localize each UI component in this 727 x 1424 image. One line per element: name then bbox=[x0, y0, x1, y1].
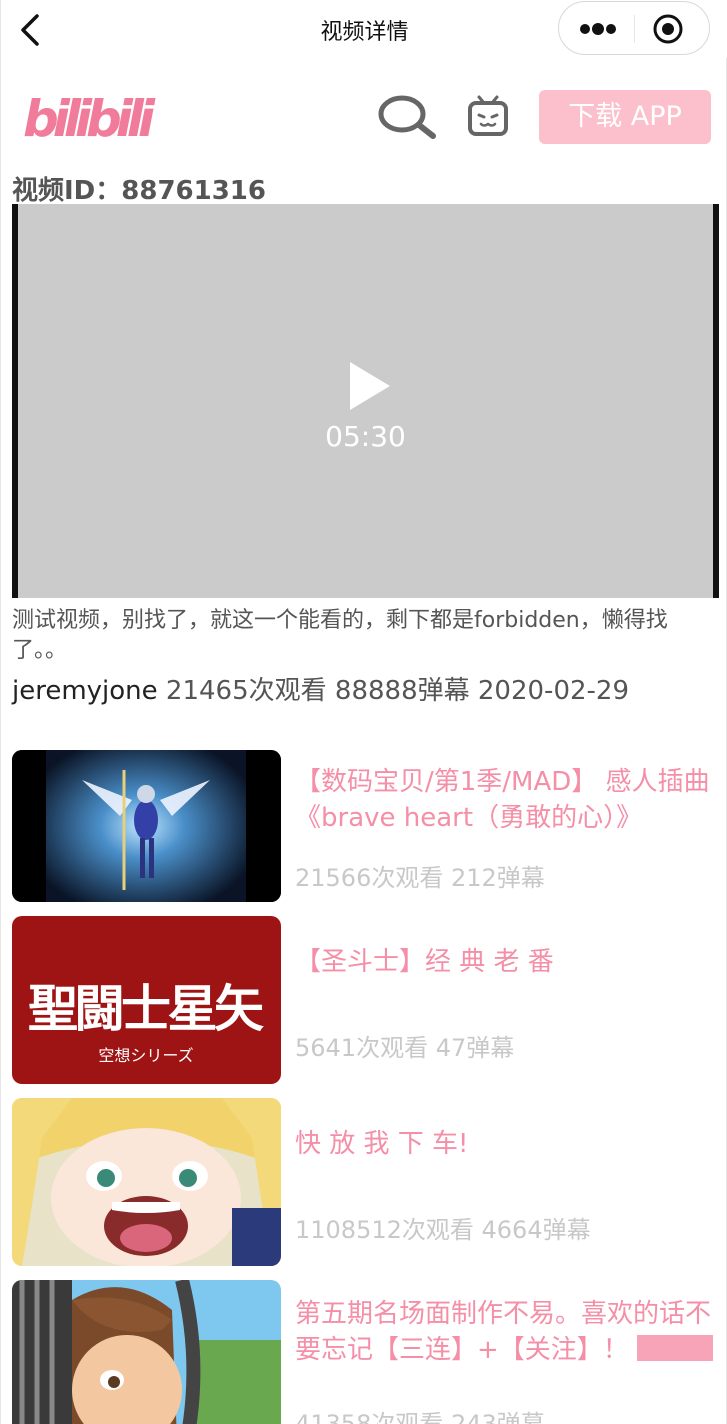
tv-icon[interactable] bbox=[466, 94, 510, 138]
recommendation-title: 【圣斗士】经 典 老 番 bbox=[295, 947, 554, 977]
video-duration: 05:30 bbox=[325, 420, 406, 453]
recommendation-item[interactable]: 快 放 我 下 车! 1108512次观看 4664弹幕 bbox=[12, 1098, 717, 1266]
danmaku-count: 88888弹幕 bbox=[334, 676, 470, 706]
svg-text:空想シリーズ: 空想シリーズ bbox=[98, 1046, 193, 1065]
video-thumbnail bbox=[12, 1098, 281, 1266]
recommendation-title: 快 放 我 下 车! bbox=[295, 1129, 469, 1159]
recommendation-item[interactable]: 【数码宝贝/第1季/MAD】 感人插曲《brave heart（勇敢的心）》 2… bbox=[12, 750, 717, 902]
navigation-bar: 视频详情 bbox=[1, 0, 727, 58]
recommendation-stats: 21566次观看 212弹幕 bbox=[295, 864, 545, 892]
recommendation-title: 第五期名场面制作不易。喜欢的话不要忘记【三连】+【关注】！ bbox=[295, 1296, 717, 1368]
recommendation-stats: 41358次观看 243弹幕 bbox=[295, 1410, 545, 1424]
video-id: 视频ID：88761316 bbox=[12, 176, 266, 206]
capsule-divider bbox=[634, 15, 635, 43]
redacted-block bbox=[636, 1335, 713, 1361]
page: 视频详情 bilibili 下载 APP 视频ID：88761316 05:30… bbox=[0, 0, 727, 1424]
video-thumbnail: 聖闘士星矢 空想シリーズ bbox=[12, 916, 281, 1084]
author-name[interactable]: jeremyjone bbox=[12, 676, 158, 706]
video-thumbnail bbox=[12, 750, 281, 902]
recommendation-item[interactable]: 第五期名场面制作不易。喜欢的话不要忘记【三连】+【关注】！ 41358次观看 2… bbox=[12, 1280, 717, 1424]
video-player[interactable]: 05:30 bbox=[12, 204, 719, 598]
more-dots-icon[interactable] bbox=[573, 14, 623, 44]
recommendation-title: 【数码宝贝/第1季/MAD】 感人插曲《brave heart（勇敢的心）》 bbox=[295, 767, 710, 833]
menu-capsule bbox=[558, 1, 710, 55]
target-close-icon[interactable] bbox=[651, 12, 685, 46]
video-description: 测试视频，别找了，就这一个能看的，剩下都是forbidden，懒得找了。。 bbox=[12, 608, 668, 663]
publish-date: 2020-02-29 bbox=[477, 676, 629, 706]
view-count: 21465次观看 bbox=[165, 676, 327, 706]
download-app-button[interactable]: 下载 APP bbox=[539, 90, 711, 144]
video-meta: jeremyjone 21465次观看 88888弹幕 2020-02-29 bbox=[12, 670, 629, 707]
search-icon[interactable] bbox=[377, 94, 437, 140]
svg-text:聖闘士星矢: 聖闘士星矢 bbox=[28, 980, 264, 1038]
video-thumbnail bbox=[12, 1280, 281, 1424]
bilibili-logo[interactable]: bilibili bbox=[21, 84, 161, 144]
recommendation-item[interactable]: 聖闘士星矢 空想シリーズ 【圣斗士】经 典 老 番 5641次观看 47弹幕 bbox=[12, 916, 717, 1084]
recommendation-stats: 5641次观看 47弹幕 bbox=[295, 1034, 515, 1062]
svg-text:bilibili: bilibili bbox=[23, 90, 156, 144]
play-icon[interactable] bbox=[348, 360, 392, 412]
recommendation-stats: 1108512次观看 4664弹幕 bbox=[295, 1216, 591, 1244]
